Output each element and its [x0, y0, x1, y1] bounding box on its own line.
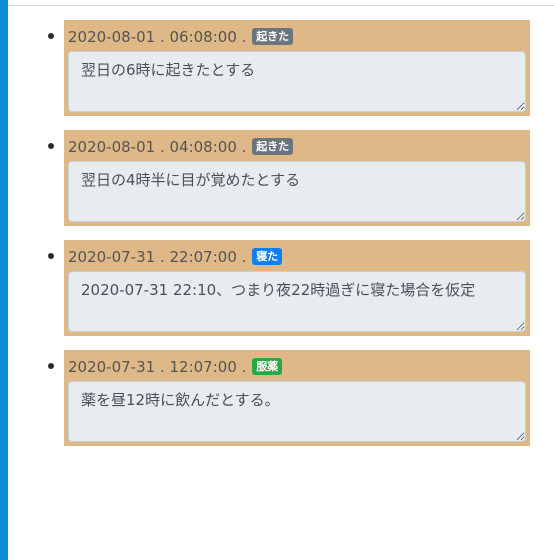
entry-date: 2020-07-31: [68, 358, 156, 376]
entry-timestamp: 2020-07-31 . 22:07:00 . 寝た: [68, 246, 526, 268]
entry-date: 2020-08-01: [68, 138, 156, 156]
entry-time: 06:08:00: [169, 28, 237, 46]
status-badge: 寝た: [252, 248, 283, 265]
bullet-icon: [48, 363, 54, 369]
log-card: 2020-08-01 . 04:08:00 . 起きた 翌日の4時半に目が覚めた…: [64, 130, 530, 226]
entry-time: 12:07:00: [169, 358, 237, 376]
status-badge: 服薬: [252, 358, 283, 375]
entry-time: 22:07:00: [169, 248, 237, 266]
log-entry: 2020-08-01 . 04:08:00 . 起きた 翌日の4時半に目が覚めた…: [8, 130, 554, 240]
entry-date: 2020-07-31: [68, 248, 156, 266]
log-entry: 2020-07-31 . 22:07:00 . 寝た 2020-07-31 22…: [8, 240, 554, 350]
memo-textarea[interactable]: 薬を昼12時に飲んだとする。: [68, 381, 526, 442]
entry-time: 04:08:00: [169, 138, 237, 156]
log-list: 2020-08-01 . 06:08:00 . 起きた 翌日の6時に起きたとする…: [8, 20, 554, 460]
entry-timestamp: 2020-07-31 . 12:07:00 . 服薬: [68, 356, 526, 378]
log-card: 2020-07-31 . 22:07:00 . 寝た 2020-07-31 22…: [64, 240, 530, 336]
status-badge: 起きた: [252, 138, 294, 155]
log-page: 2020-08-01 . 06:08:00 . 起きた 翌日の6時に起きたとする…: [8, 0, 554, 560]
entry-timestamp: 2020-08-01 . 04:08:00 . 起きた: [68, 136, 526, 158]
bullet-icon: [48, 33, 54, 39]
entry-date: 2020-08-01: [68, 28, 156, 46]
log-card: 2020-08-01 . 06:08:00 . 起きた 翌日の6時に起きたとする: [64, 20, 530, 116]
bullet-icon: [48, 143, 54, 149]
bullet-icon: [48, 253, 54, 259]
memo-textarea[interactable]: 翌日の6時に起きたとする: [68, 51, 526, 112]
status-badge: 起きた: [252, 28, 294, 45]
log-card: 2020-07-31 . 12:07:00 . 服薬 薬を昼12時に飲んだとする…: [64, 350, 530, 446]
memo-textarea[interactable]: 翌日の4時半に目が覚めたとする: [68, 161, 526, 222]
log-entry: 2020-08-01 . 06:08:00 . 起きた 翌日の6時に起きたとする: [8, 20, 554, 130]
memo-textarea[interactable]: 2020-07-31 22:10、つまり夜22時過ぎに寝た場合を仮定: [68, 271, 526, 332]
header-divider: [8, 0, 554, 6]
entry-timestamp: 2020-08-01 . 06:08:00 . 起きた: [68, 26, 526, 48]
log-entry: 2020-07-31 . 12:07:00 . 服薬 薬を昼12時に飲んだとする…: [8, 350, 554, 460]
